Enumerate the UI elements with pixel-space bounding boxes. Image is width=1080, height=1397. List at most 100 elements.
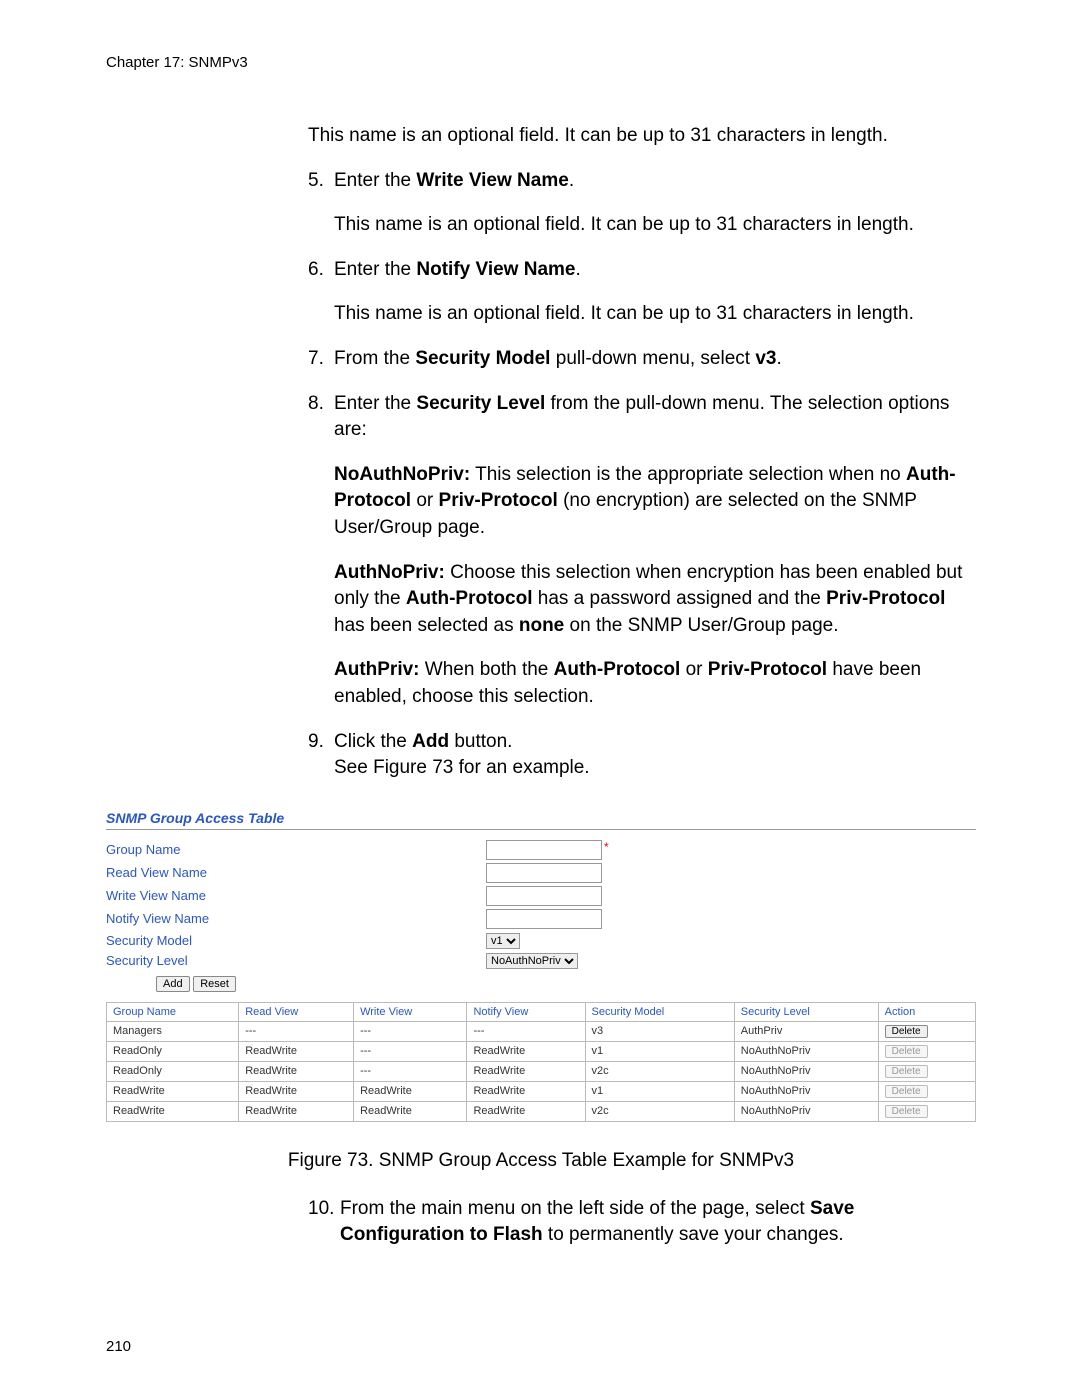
step-7: 7. From the Security Model pull-down men…	[308, 346, 976, 373]
step-text: Enter the Notify View Name.	[334, 257, 976, 284]
row-security-model: Security Model v1	[106, 932, 976, 949]
table-cell: ReadWrite	[107, 1081, 239, 1101]
table-cell: ---	[354, 1021, 467, 1041]
table-cell: AuthPriv	[734, 1021, 878, 1041]
delete-button: Delete	[885, 1045, 928, 1058]
table-cell: ReadWrite	[467, 1081, 585, 1101]
table-row: ReadWriteReadWriteReadWriteReadWritev2cN…	[107, 1101, 976, 1121]
step-text: Enter the Security Level from the pull-d…	[334, 391, 976, 444]
table-cell-action: Delete	[878, 1101, 975, 1121]
input-write-view[interactable]	[486, 886, 602, 906]
step-9: 9. Click the Add button. See Figure 73 f…	[308, 729, 976, 782]
step-text: Click the Add button. See Figure 73 for …	[334, 729, 976, 782]
step-5: 5. Enter the Write View Name.	[308, 168, 976, 195]
step-number: 7.	[308, 346, 334, 373]
delete-button: Delete	[885, 1105, 928, 1118]
table-cell: v3	[585, 1021, 734, 1041]
row-notify-view: Notify View Name	[106, 909, 976, 929]
reset-button[interactable]: Reset	[193, 976, 236, 992]
table-cell: v2c	[585, 1061, 734, 1081]
table-cell: ---	[354, 1061, 467, 1081]
table-header-row: Group NameRead ViewWrite ViewNotify View…	[107, 1002, 976, 1021]
label-read-view: Read View Name	[106, 865, 486, 880]
table-cell: NoAuthNoPriv	[734, 1041, 878, 1061]
step-5-after: This name is an optional field. It can b…	[334, 212, 976, 239]
step-number: 6.	[308, 257, 334, 284]
table-header-cell: Action	[878, 1002, 975, 1021]
label-group-name: Group Name	[106, 842, 486, 857]
table-cell: v1	[585, 1041, 734, 1061]
panel-title: SNMP Group Access Table	[106, 810, 976, 830]
chapter-header: Chapter 17: SNMPv3	[106, 54, 976, 71]
table-cell: ---	[467, 1021, 585, 1041]
delete-button: Delete	[885, 1065, 928, 1078]
table-cell-action: Delete	[878, 1081, 975, 1101]
delete-button: Delete	[885, 1085, 928, 1098]
row-write-view: Write View Name	[106, 886, 976, 906]
table-cell: ReadWrite	[239, 1041, 354, 1061]
step-number: 8.	[308, 391, 334, 444]
table-cell: ReadWrite	[239, 1101, 354, 1121]
option-authpriv: AuthPriv: When both the Auth-Protocol or…	[334, 657, 976, 710]
row-group-name: Group Name *	[106, 840, 976, 860]
table-row: ReadWriteReadWriteReadWriteReadWritev1No…	[107, 1081, 976, 1101]
option-noauthnopriv: NoAuthNoPriv: This selection is the appr…	[334, 462, 976, 542]
figure-caption: Figure 73. SNMP Group Access Table Examp…	[106, 1150, 976, 1172]
table-cell: ---	[239, 1021, 354, 1041]
page-number: 210	[106, 1338, 131, 1355]
snmp-screenshot: SNMP Group Access Table Group Name * Rea…	[106, 810, 976, 1122]
group-access-table: Group NameRead ViewWrite ViewNotify View…	[106, 1002, 976, 1122]
input-read-view[interactable]	[486, 863, 602, 883]
table-row: ReadOnlyReadWrite---ReadWritev1NoAuthNoP…	[107, 1041, 976, 1061]
table-cell: ReadWrite	[354, 1081, 467, 1101]
table-cell: v1	[585, 1081, 734, 1101]
step-number: 9.	[308, 729, 334, 782]
table-cell: ReadWrite	[354, 1101, 467, 1121]
delete-button[interactable]: Delete	[885, 1025, 928, 1038]
step-text: From the main menu on the left side of t…	[340, 1196, 976, 1249]
label-security-model: Security Model	[106, 933, 486, 948]
table-row: Managers---------v3AuthPrivDelete	[107, 1021, 976, 1041]
step-text: From the Security Model pull-down menu, …	[334, 346, 976, 373]
input-group-name[interactable]	[486, 840, 602, 860]
table-header-cell: Security Model	[585, 1002, 734, 1021]
label-security-level: Security Level	[106, 953, 486, 968]
table-cell: v2c	[585, 1101, 734, 1121]
table-cell: ReadWrite	[107, 1101, 239, 1121]
table-cell: ---	[354, 1041, 467, 1061]
table-cell-action: Delete	[878, 1061, 975, 1081]
table-cell: ReadOnly	[107, 1061, 239, 1081]
table-cell-action: Delete	[878, 1041, 975, 1061]
table-header-cell: Group Name	[107, 1002, 239, 1021]
table-cell: ReadWrite	[467, 1041, 585, 1061]
table-header-cell: Read View	[239, 1002, 354, 1021]
label-write-view: Write View Name	[106, 888, 486, 903]
option-authnopriv: AuthNoPriv: Choose this selection when e…	[334, 560, 976, 640]
table-header-cell: Write View	[354, 1002, 467, 1021]
select-security-model[interactable]: v1	[486, 933, 520, 949]
table-cell: ReadWrite	[467, 1061, 585, 1081]
step-6: 6. Enter the Notify View Name.	[308, 257, 976, 284]
step-10: 10. From the main menu on the left side …	[308, 1196, 976, 1249]
table-cell: ReadOnly	[107, 1041, 239, 1061]
row-security-level: Security Level NoAuthNoPriv	[106, 952, 976, 969]
required-icon: *	[604, 840, 609, 854]
table-cell: Managers	[107, 1021, 239, 1041]
select-security-level[interactable]: NoAuthNoPriv	[486, 953, 578, 969]
body-content-continued: 10. From the main menu on the left side …	[308, 1196, 976, 1249]
row-read-view: Read View Name	[106, 863, 976, 883]
table-header-cell: Notify View	[467, 1002, 585, 1021]
table-cell: NoAuthNoPriv	[734, 1101, 878, 1121]
table-cell: NoAuthNoPriv	[734, 1081, 878, 1101]
table-header-cell: Security Level	[734, 1002, 878, 1021]
input-notify-view[interactable]	[486, 909, 602, 929]
step-6-after: This name is an optional field. It can b…	[334, 301, 976, 328]
body-content: This name is an optional field. It can b…	[308, 123, 976, 782]
step-text: Enter the Write View Name.	[334, 168, 976, 195]
label-notify-view: Notify View Name	[106, 911, 486, 926]
add-button[interactable]: Add	[156, 976, 190, 992]
intro-paragraph: This name is an optional field. It can b…	[308, 123, 976, 150]
step-8: 8. Enter the Security Level from the pul…	[308, 391, 976, 444]
table-cell-action: Delete	[878, 1021, 975, 1041]
step-number: 10.	[308, 1196, 340, 1249]
